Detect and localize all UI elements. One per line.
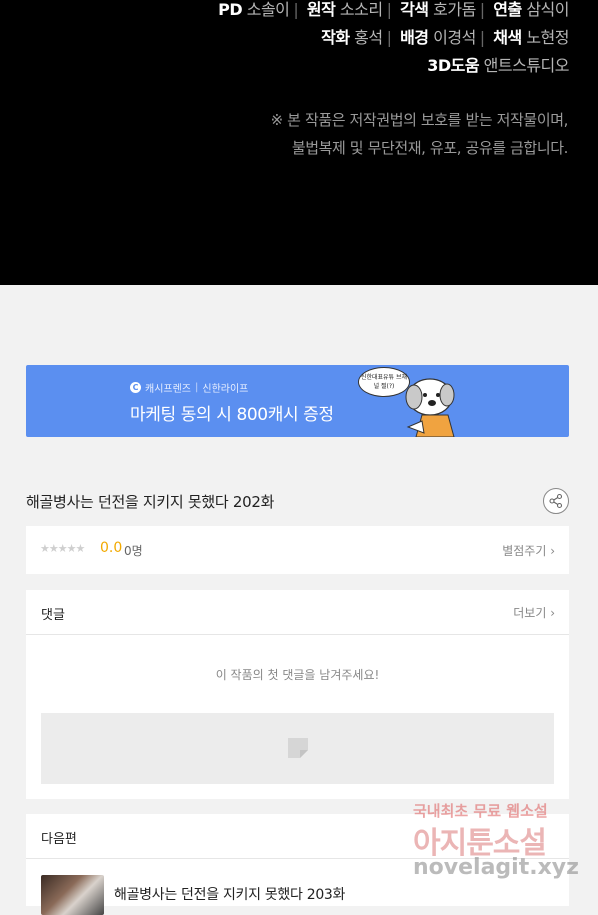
dog-mascot-icon: 신한대표유튜 브채널 찔(?): [358, 367, 468, 437]
share-icon: [549, 493, 563, 509]
rate-button[interactable]: 별점주기 ›: [502, 542, 555, 559]
copyright-notice-2: 불법복제 및 무단전재, 유포, 공유를 금합니다.: [291, 139, 569, 157]
episode-title: 해골병사는 던전을 지키지 못했다 202화: [26, 493, 275, 511]
banner-brand: C 캐시프렌즈 | 신한라이프: [130, 380, 248, 395]
next-episode-thumbnail[interactable]: [41, 875, 104, 915]
next-episode-title-label: 다음편: [41, 832, 77, 847]
rating-count: 0명: [124, 544, 143, 558]
rating-score: 0.0: [100, 540, 123, 556]
next-episode-link[interactable]: 해골병사는 던전을 지키지 못했다 203화: [114, 884, 345, 904]
next-episode-card: 다음편 해골병사는 던전을 지키지 못했다 203화: [26, 814, 569, 915]
next-episode-header: 다음편: [26, 814, 569, 859]
share-button[interactable]: [543, 488, 569, 514]
copyright-notice-1: ※ 본 작품은 저작권법의 보호를 받는 저작물이며,: [270, 111, 569, 129]
comments-card: 댓글 더보기 › 이 작품의 첫 댓글을 남겨주세요!: [26, 590, 569, 799]
comments-title: 댓글: [41, 608, 65, 623]
credits-line-1: PD 소솔이 | 원작 소소리 | 각색 호가돔 | 연출 삼식이: [218, 0, 569, 19]
comments-more-link[interactable]: 더보기 ›: [513, 604, 555, 621]
banner-promo-text: 마케팅 동의 시 800캐시 증정: [130, 405, 334, 425]
episode-title-row: 해골병사는 던전을 지키지 못했다 202화: [26, 488, 569, 514]
credits-line-2: 작화 홍석 | 배경 이경석 | 채색 노현정: [321, 28, 569, 47]
comment-input[interactable]: [41, 713, 554, 784]
rating-card: ★★★★★ 0.0 0명 별점주기 ›: [26, 526, 569, 574]
credits-panel: PD 소솔이 | 원작 소소리 | 각색 호가돔 | 연출 삼식이 작화 홍석 | 배경…: [0, 0, 598, 285]
credits-line-3: 3D도움 앤트스튜디오: [427, 56, 569, 75]
star-rating-icon: ★★★★★: [40, 542, 85, 555]
comments-empty-message: 이 작품의 첫 댓글을 남겨주세요!: [215, 668, 380, 682]
cash-friends-logo-icon: C: [130, 382, 141, 393]
comment-placeholder-icon: [288, 738, 308, 758]
comments-header: 댓글 더보기 ›: [26, 590, 569, 635]
promo-banner[interactable]: C 캐시프렌즈 | 신한라이프 마케팅 동의 시 800캐시 증정 신한대표유튜…: [26, 365, 569, 437]
